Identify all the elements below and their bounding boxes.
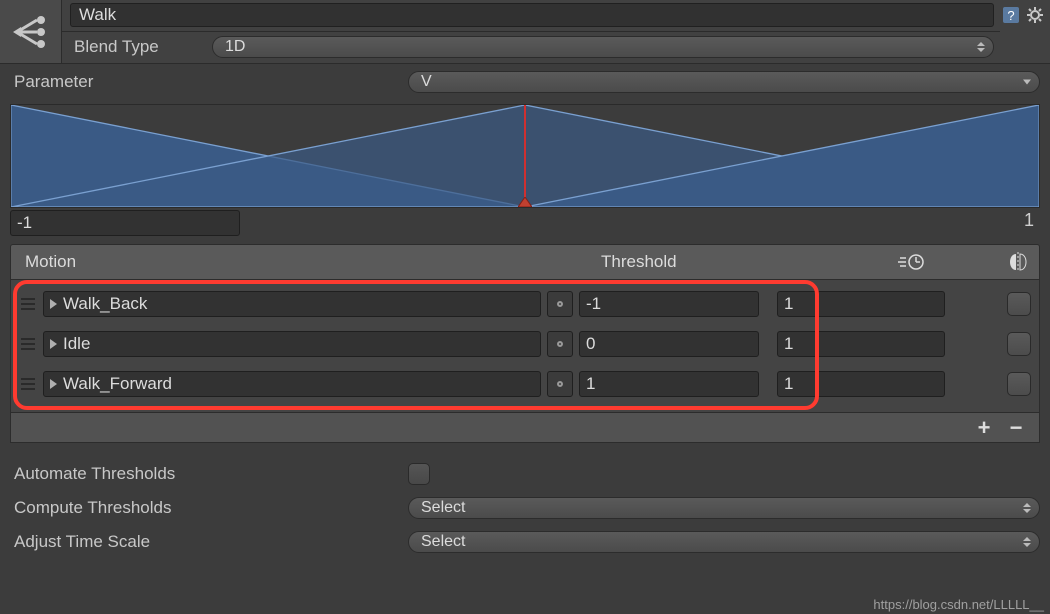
compute-thresholds-select[interactable]: Select [408,497,1040,519]
motion-name: Idle [63,334,90,354]
play-icon [50,339,57,349]
motion-table-body: Walk_Back -1 1 Idle 0 1 Walk_Forward 1 1 [10,280,1040,413]
table-row: Walk_Back -1 1 [19,284,1031,324]
speed-value: 1 [784,334,793,354]
dropdown-arrows-icon [1023,503,1031,513]
automate-thresholds-checkbox[interactable] [408,463,430,485]
motion-table-footer: + − [10,413,1040,443]
drag-handle-icon[interactable] [19,338,37,350]
column-threshold: Threshold [601,252,857,272]
threshold-value: 0 [586,334,595,354]
axis-row: -1 1 [0,210,1050,240]
play-icon [50,379,57,389]
settings-icon[interactable] [1024,4,1046,26]
adjust-timescale-label: Adjust Time Scale [10,532,408,552]
threshold-value: 1 [586,374,595,394]
column-mirror-icon [967,252,1031,272]
blend-type-select[interactable]: 1D [212,36,994,58]
compute-thresholds-value: Select [421,499,465,517]
column-speed-icon [857,253,967,271]
parameter-select[interactable]: V [408,71,1040,93]
adjust-timescale-value: Select [421,533,465,551]
compute-thresholds-label: Compute Thresholds [10,498,408,518]
speed-input[interactable]: 1 [777,371,945,397]
speed-input[interactable]: 1 [777,291,945,317]
target-icon [557,381,563,387]
drag-handle-icon[interactable] [19,298,37,310]
column-motion: Motion [19,252,601,272]
motion-table-header: Motion Threshold [10,244,1040,280]
axis-max-label: 1 [1024,210,1040,231]
table-row: Walk_Forward 1 1 [19,364,1031,404]
threshold-input[interactable]: 0 [579,331,759,357]
speed-value: 1 [784,294,793,314]
help-icon[interactable]: ? [1000,4,1022,26]
axis-min-value: -1 [17,213,32,233]
blend-type-label: Blend Type [62,37,202,57]
blendtree-name-input[interactable] [70,3,994,27]
motion-name: Walk_Back [63,294,147,314]
threshold-input[interactable]: -1 [579,291,759,317]
table-row: Idle 0 1 [19,324,1031,364]
threshold-input[interactable]: 1 [579,371,759,397]
motion-field[interactable]: Idle [43,331,541,357]
drag-handle-icon[interactable] [19,378,37,390]
mirror-checkbox[interactable] [1007,332,1031,356]
watermark: https://blog.csdn.net/LLLLL__ [873,597,1044,612]
object-picker-button[interactable] [547,371,573,397]
motion-field[interactable]: Walk_Back [43,291,541,317]
object-picker-button[interactable] [547,291,573,317]
axis-min-input[interactable]: -1 [10,210,240,236]
mirror-checkbox[interactable] [1007,372,1031,396]
mirror-checkbox[interactable] [1007,292,1031,316]
scrubber-handle-icon[interactable] [518,197,532,207]
blend-diagram[interactable] [10,104,1040,208]
add-motion-button[interactable]: + [975,419,993,437]
parameter-label: Parameter [10,72,408,92]
speed-value: 1 [784,374,793,394]
target-icon [557,301,563,307]
automate-thresholds-label: Automate Thresholds [10,464,408,484]
blendtree-icon [0,0,62,63]
options-area: Automate Thresholds Compute Thresholds S… [10,457,1040,559]
adjust-timescale-select[interactable]: Select [408,531,1040,553]
dropdown-arrows-icon [1023,537,1031,547]
svg-text:?: ? [1007,8,1014,23]
motion-field[interactable]: Walk_Forward [43,371,541,397]
speed-input[interactable]: 1 [777,331,945,357]
dropdown-arrows-icon [977,42,985,52]
motion-table: Motion Threshold Walk_Back -1 1 Idle 0 1 [10,244,1040,443]
chevron-down-icon [1023,80,1031,85]
target-icon [557,341,563,347]
parameter-row: Parameter V [0,64,1050,100]
object-picker-button[interactable] [547,331,573,357]
blend-type-value: 1D [225,38,245,56]
play-icon [50,299,57,309]
threshold-value: -1 [586,294,601,314]
remove-motion-button[interactable]: − [1007,419,1025,437]
parameter-value: V [421,73,432,91]
motion-name: Walk_Forward [63,374,172,394]
inspector-header: Blend Type 1D ? [0,0,1050,64]
